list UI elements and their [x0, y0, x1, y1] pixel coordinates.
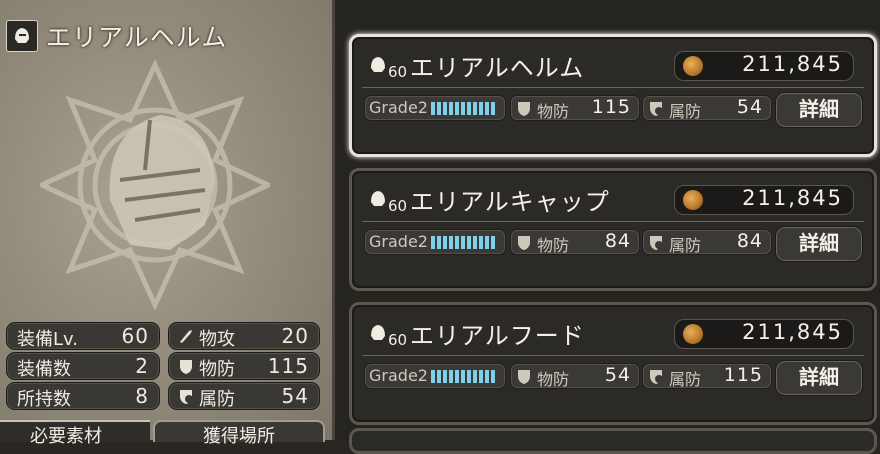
divider — [362, 221, 864, 222]
price-box: 211,845 — [674, 185, 854, 215]
item-card-3-partial[interactable] — [349, 428, 877, 454]
detail-button[interactable]: 詳細 — [775, 360, 863, 396]
attack-icon — [180, 330, 192, 343]
acquire-location-button[interactable]: 獲得場所 — [153, 420, 325, 447]
physical-defense-icon — [518, 102, 530, 116]
detail-button[interactable]: 詳細 — [775, 92, 863, 128]
equip-level-stat: 装備Lv. 60 — [6, 322, 160, 350]
physical-defense-icon — [518, 236, 530, 250]
divider — [362, 355, 864, 356]
detail-button[interactable]: 詳細 — [775, 226, 863, 262]
elemental-defense-icon — [650, 236, 663, 250]
coin-icon — [683, 56, 703, 76]
physical-defense-icon — [180, 360, 192, 374]
physical-defense: 物防 54 — [510, 363, 640, 389]
elemental-defense: 属防 115 — [642, 363, 772, 389]
grade-indicator: Grade2 — [364, 363, 506, 389]
elemental-defense-stat: 属防 54 — [168, 382, 320, 410]
item-card-2[interactable]: 60 エリアルフード 211,845 Grade2 物防 54 属防 115 詳… — [349, 302, 877, 425]
selected-item-title: エリアルヘルム — [46, 23, 228, 52]
item-name: エリアルフード — [410, 322, 585, 350]
divider — [362, 87, 864, 88]
item-name: エリアルキャップ — [410, 188, 610, 216]
equip-count-stat: 装備数 2 — [6, 352, 160, 380]
physical-defense: 物防 115 — [510, 95, 640, 121]
coin-icon — [683, 190, 703, 210]
elemental-defense-icon — [180, 390, 193, 404]
elemental-defense-icon — [650, 102, 663, 116]
helmet-emblem-icon — [40, 60, 270, 310]
attack-stat: 物攻 20 — [168, 322, 320, 350]
physical-defense-stat: 物防 115 — [168, 352, 320, 380]
grade-indicator: Grade2 — [364, 229, 506, 255]
elemental-defense: 属防 84 — [642, 229, 772, 255]
item-card-0[interactable]: 60 エリアルヘルム 211,845 Grade2 物防 115 属防 54 詳… — [349, 34, 877, 157]
item-preview-panel: エリアルヘルム 装備Lv. 60 装備数 2 所持数 8 物攻 20 物防 11… — [0, 0, 332, 447]
item-list: 60 エリアルヘルム 211,845 Grade2 物防 115 属防 54 詳… — [332, 0, 880, 454]
price-box: 211,845 — [674, 51, 854, 81]
item-card-1[interactable]: 60 エリアルキャップ 211,845 Grade2 物防 84 属防 84 詳… — [349, 168, 877, 291]
grade-bar — [431, 370, 495, 383]
coin-icon — [683, 324, 703, 344]
helmet-icon — [6, 20, 38, 52]
grade-bar — [431, 102, 495, 115]
helmet-level-icon — [371, 191, 385, 206]
item-name: エリアルヘルム — [410, 54, 585, 82]
elemental-defense-icon — [650, 370, 663, 384]
required-materials-tab[interactable]: 必要素材 — [0, 420, 150, 447]
physical-defense-icon — [518, 370, 530, 384]
price-box: 211,845 — [674, 319, 854, 349]
helmet-level-icon — [371, 325, 385, 340]
physical-defense: 物防 84 — [510, 229, 640, 255]
grade-bar — [431, 236, 495, 249]
grade-indicator: Grade2 — [364, 95, 506, 121]
owned-count-stat: 所持数 8 — [6, 382, 160, 410]
elemental-defense: 属防 54 — [642, 95, 772, 121]
helmet-level-icon — [371, 57, 385, 72]
